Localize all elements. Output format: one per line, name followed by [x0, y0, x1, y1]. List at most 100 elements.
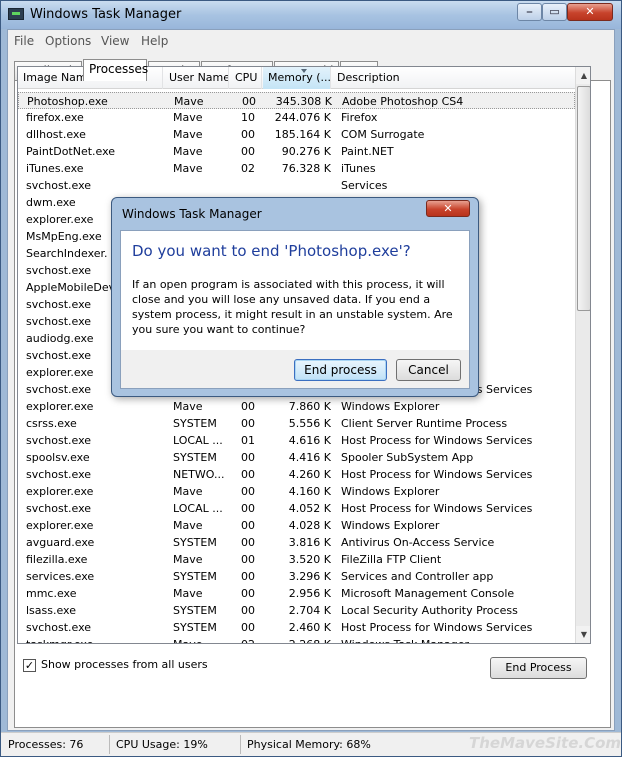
- dialog-cancel-button[interactable]: Cancel: [396, 359, 461, 381]
- process-cpu: 00: [241, 128, 255, 141]
- table-row[interactable]: svchost.exe LOCAL ... 00 4.052 K Host Proces…: [18, 500, 575, 517]
- process-name: Photoshop.exe: [27, 95, 108, 108]
- table-row[interactable]: PaintDotNet.exe Mave 00 90.276 K Paint.NET: [18, 143, 575, 160]
- table-row[interactable]: explorer.exe Mave 00 4.028 K Windows Explore…: [18, 517, 575, 534]
- process-memory: 2.268 K: [271, 636, 331, 643]
- table-row[interactable]: explorer.exe Mave 00 7.860 K Windows Explore…: [18, 398, 575, 415]
- column-cpu[interactable]: CPU: [230, 67, 262, 89]
- close-button[interactable]: ✕: [567, 3, 613, 21]
- table-row[interactable]: dllhost.exe Mave 00 185.164 K COM Surrogate: [18, 126, 575, 143]
- process-user: SYSTEM: [173, 604, 217, 617]
- process-memory: 4.028 K: [288, 519, 331, 532]
- table-row[interactable]: firefox.exe Mave 10 244.076 K Firefox: [18, 109, 575, 126]
- end-process-button[interactable]: End Process: [490, 657, 587, 679]
- process-name: lsass.exe: [26, 604, 76, 617]
- status-divider: [240, 735, 241, 754]
- process-memory: 4.616 K: [288, 434, 331, 447]
- process-name: filezilla.exe: [26, 553, 88, 566]
- process-cpu: 00: [241, 570, 255, 583]
- table-row[interactable]: filezilla.exe Mave 00 3.520 K FileZilla FTP …: [18, 551, 575, 568]
- process-description: Firefox: [341, 111, 378, 124]
- process-user: Mave: [173, 145, 203, 158]
- process-user: SYSTEM: [173, 621, 217, 634]
- process-description: Microsoft Management Console: [341, 587, 515, 600]
- process-name: svchost.exe: [26, 434, 92, 447]
- process-cpu: 00: [241, 536, 255, 549]
- process-memory: 3.816 K: [288, 536, 331, 549]
- process-memory: 345.308 K: [275, 95, 332, 108]
- process-description: FileZilla FTP Client: [341, 553, 442, 566]
- task-manager-icon: [8, 8, 24, 20]
- process-user: Mave: [173, 400, 203, 413]
- dialog-close-button[interactable]: ✕: [426, 200, 470, 217]
- process-description: Host Process for Windows Services: [341, 434, 533, 447]
- process-user: Mave: [173, 162, 203, 175]
- status-physical-memory: Physical Memory: 68%: [247, 738, 371, 751]
- title-bar[interactable]: Windows Task Manager ⎯ ▭ ✕: [1, 1, 621, 29]
- vertical-scrollbar[interactable]: ▲ ▼: [575, 67, 590, 643]
- table-row[interactable]: svchost.exe Services: [18, 177, 575, 194]
- process-user: Mave: [174, 95, 204, 108]
- process-user: Mave: [173, 519, 203, 532]
- status-processes: Processes: 76: [8, 738, 84, 751]
- column-memory[interactable]: Memory (...: [263, 67, 331, 89]
- process-cpu: 10: [241, 111, 255, 124]
- table-row[interactable]: svchost.exe LOCAL ... 01 4.616 K Host Proces…: [18, 432, 575, 449]
- process-memory: 4.052 K: [288, 502, 331, 515]
- maximize-button[interactable]: ▭: [542, 3, 567, 21]
- menu-help[interactable]: Help: [141, 34, 168, 48]
- table-row[interactable]: Photoshop.exe Mave 00 345.308 K Adobe Photos…: [18, 92, 575, 109]
- dialog-end-process-button[interactable]: End process: [294, 359, 387, 381]
- process-name: explorer.exe: [26, 485, 94, 498]
- process-name: dllhost.exe: [26, 128, 86, 141]
- table-row[interactable]: services.exe SYSTEM 00 3.296 K Services and …: [18, 568, 575, 585]
- process-user: Mave: [173, 111, 203, 124]
- table-row[interactable]: csrss.exe SYSTEM 00 5.556 K Client Server Ru…: [18, 415, 575, 432]
- scroll-down-icon[interactable]: ▼: [576, 626, 590, 643]
- table-row[interactable]: iTunes.exe Mave 02 76.328 K iTunes: [18, 160, 575, 177]
- process-cpu: 00: [241, 485, 255, 498]
- process-cpu: 00: [241, 587, 255, 600]
- dialog-content: Do you want to end 'Photoshop.exe'? If a…: [121, 231, 469, 350]
- menu-options[interactable]: Options: [45, 34, 91, 48]
- process-description: COM Surrogate: [341, 128, 425, 141]
- process-cpu: 00: [241, 553, 255, 566]
- process-description: Services: [341, 179, 388, 192]
- column-user-name[interactable]: User Name: [164, 67, 229, 89]
- table-row[interactable]: svchost.exe SYSTEM 00 2.460 K Host Process f…: [18, 619, 575, 636]
- table-row[interactable]: svchost.exe NETWO... 00 4.260 K Host Process…: [18, 466, 575, 483]
- menu-view[interactable]: View: [101, 34, 129, 48]
- status-cpu-usage: CPU Usage: 19%: [116, 738, 208, 751]
- menu-file[interactable]: File: [14, 34, 34, 48]
- process-description: Local Security Authority Process: [341, 604, 518, 617]
- process-memory: 3.296 K: [288, 570, 331, 583]
- process-cpu: 00: [241, 451, 255, 464]
- table-row[interactable]: explorer.exe Mave 00 4.160 K Windows Explore…: [18, 483, 575, 500]
- scroll-up-icon[interactable]: ▲: [576, 67, 590, 84]
- process-name: avguard.exe: [26, 536, 95, 549]
- dialog-title: Windows Task Manager: [122, 207, 262, 221]
- process-name: firefox.exe: [26, 111, 84, 124]
- table-row[interactable]: lsass.exe SYSTEM 00 2.704 K Local Security A…: [18, 602, 575, 619]
- tab-processes[interactable]: Processes: [83, 59, 148, 81]
- table-row[interactable]: taskmgr.exe Mave 022.268 K Windows Task Man…: [18, 636, 575, 643]
- scroll-thumb[interactable]: [577, 86, 590, 311]
- process-description: Services and Controller app: [341, 570, 494, 583]
- process-cpu: 02: [241, 636, 271, 643]
- process-description: Antivirus On-Access Service: [341, 536, 495, 549]
- process-cpu: 00: [241, 145, 255, 158]
- process-description: Windows Task Manager: [341, 636, 571, 643]
- minimize-button[interactable]: ⎯: [517, 3, 542, 21]
- table-row[interactable]: spoolsv.exe SYSTEM 00 4.416 K Spooler SubSys…: [18, 449, 575, 466]
- table-row[interactable]: mmc.exe Mave 00 2.956 K Microsoft Management…: [18, 585, 575, 602]
- process-name: svchost.exe: [26, 621, 92, 634]
- show-all-users-checkbox[interactable]: ✓: [23, 659, 36, 672]
- table-row[interactable]: avguard.exe SYSTEM 00 3.816 K Antivirus On-A…: [18, 534, 575, 551]
- process-user: Mave: [173, 485, 203, 498]
- process-user: SYSTEM: [173, 417, 217, 430]
- column-description[interactable]: Description: [332, 67, 575, 89]
- process-memory: 185.164 K: [274, 128, 331, 141]
- process-memory: 4.416 K: [288, 451, 331, 464]
- process-name: PaintDotNet.exe: [26, 145, 116, 158]
- process-name: mmc.exe: [26, 587, 77, 600]
